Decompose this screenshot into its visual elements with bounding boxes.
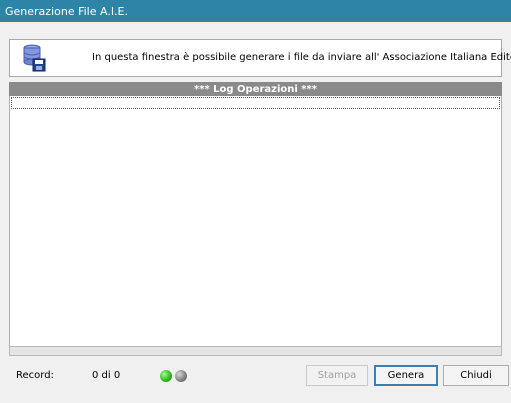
record-count: 0 di 0 [92, 370, 121, 381]
genera-button[interactable]: Genera [374, 365, 438, 386]
green-status-led [160, 370, 172, 382]
info-panel: In questa finestra è possibile generare … [9, 39, 511, 77]
database-save-icon [22, 44, 46, 72]
log-row-focus[interactable] [11, 97, 500, 109]
window-title: Generazione File A.I.E. [5, 4, 129, 18]
gray-status-led [175, 370, 187, 382]
log-header: *** Log Operazioni *** [9, 82, 502, 96]
record-label: Record: [16, 370, 54, 381]
window-titlebar: Generazione File A.I.E. [0, 0, 511, 22]
info-message: In questa finestra è possibile generare … [92, 52, 511, 63]
horizontal-scrollbar[interactable] [9, 346, 502, 356]
log-list[interactable] [9, 96, 502, 346]
stampa-button[interactable]: Stampa [306, 365, 368, 386]
chiudi-button[interactable]: Chiudi [443, 365, 509, 386]
status-bar: Record: 0 di 0 Stampa Genera Chiudi [0, 362, 511, 388]
